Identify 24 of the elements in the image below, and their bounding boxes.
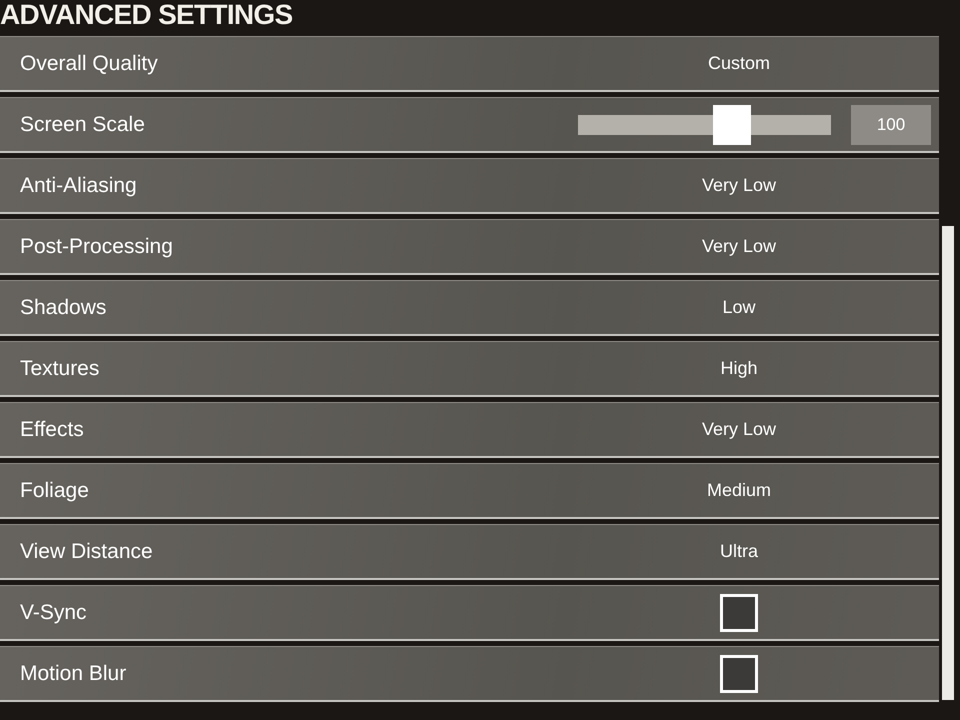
option-value[interactable]: Very Low bbox=[702, 172, 776, 199]
scrollbar-thumb[interactable] bbox=[942, 226, 954, 700]
option-value[interactable]: Very Low bbox=[702, 233, 776, 260]
setting-label: Effects bbox=[20, 418, 84, 441]
setting-label: Shadows bbox=[20, 296, 106, 319]
setting-label: Textures bbox=[20, 356, 100, 380]
page-title: ADVANCED SETTINGS bbox=[0, 0, 292, 30]
option-value[interactable]: Medium bbox=[706, 477, 772, 504]
setting-label: Post-Processing bbox=[20, 234, 173, 258]
option-value[interactable]: Ultra bbox=[720, 538, 758, 565]
option-value[interactable]: Custom bbox=[708, 50, 770, 77]
setting-label: V-Sync bbox=[20, 600, 87, 624]
slider-thumb[interactable] bbox=[713, 104, 752, 144]
setting-label: Foliage bbox=[20, 478, 89, 502]
option-value[interactable]: High bbox=[720, 355, 758, 382]
option-value[interactable]: Very Low bbox=[702, 416, 776, 443]
option-value[interactable]: Low bbox=[722, 294, 756, 321]
checkbox[interactable] bbox=[720, 654, 758, 692]
checkbox[interactable] bbox=[720, 594, 758, 632]
setting-label: View Distance bbox=[20, 540, 153, 563]
setting-label: Screen Scale bbox=[20, 112, 145, 136]
setting-label: Overall Quality bbox=[20, 52, 158, 75]
setting-label: Motion Blur bbox=[20, 662, 126, 685]
setting-label: Anti-Aliasing bbox=[20, 174, 137, 197]
